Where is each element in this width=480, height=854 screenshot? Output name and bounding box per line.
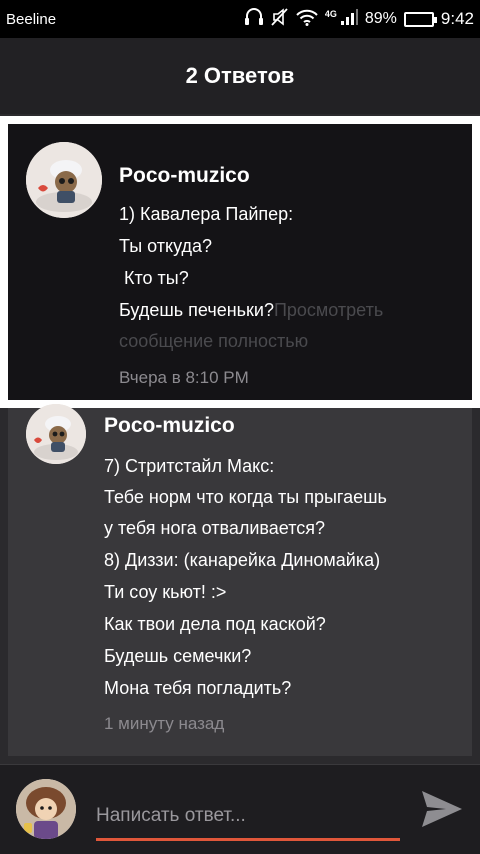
- app-header: 2 Ответов: [0, 38, 480, 114]
- carrier-name: Beeline: [6, 10, 57, 28]
- reply-comment[interactable]: Poco-muzico 7) Стритстайл Макс: Тебе нор…: [8, 404, 472, 756]
- reply-line: Как твои дела под каской?: [104, 614, 326, 634]
- reply-composer: [0, 764, 480, 854]
- comment-timestamp: Вчера в 8:10 PM: [119, 368, 249, 387]
- page-title: 2 Ответов: [185, 63, 295, 88]
- reply-line: 8) Диззи: (канарейка Диномайка): [104, 550, 381, 570]
- status-clock: 9:42: [440, 9, 474, 28]
- status-bar: Beeline 4G 89% 9:42: [0, 0, 480, 38]
- reply-line: Будешь семечки?: [104, 646, 252, 666]
- send-button[interactable]: [418, 787, 466, 835]
- signal-icon: [340, 8, 358, 30]
- main-comment[interactable]: Poco-muzico 1) Кавалера Пайпер: Ты откуд…: [0, 116, 480, 408]
- battery-icon: [403, 11, 437, 27]
- wifi-icon: [296, 9, 318, 30]
- send-icon: [420, 789, 464, 834]
- view-full-message-link[interactable]: Просмотреть: [274, 300, 383, 320]
- headset-icon: [244, 8, 264, 30]
- status-icons: 4G 89% 9:42: [244, 8, 474, 30]
- comment-line: 1) Кавалера Пайпер:: [119, 204, 294, 224]
- battery-percent: 89%: [364, 10, 397, 27]
- comment-line-text: Будешь печеньки?: [119, 300, 274, 320]
- my-avatar[interactable]: [16, 779, 76, 839]
- network-type: 4G: [324, 9, 337, 19]
- avatar[interactable]: [26, 142, 102, 218]
- comment-line: Ты откуда?: [119, 236, 213, 256]
- reply-timestamp: 1 минуту назад: [104, 714, 225, 733]
- reply-input[interactable]: [96, 793, 400, 838]
- reply-line: Ти соу кьют! :>: [104, 582, 227, 602]
- reply-avatar[interactable]: [26, 404, 86, 464]
- reply-line: Мона тебя погладить?: [104, 678, 292, 698]
- reply-line: 7) Стритстайл Макс:: [104, 456, 275, 476]
- reply-author[interactable]: Poco-muzico: [104, 414, 235, 438]
- comment-author[interactable]: Poco-muzico: [119, 164, 250, 188]
- main-comment-card: Poco-muzico 1) Кавалера Пайпер: Ты откуд…: [8, 124, 472, 400]
- reply-input-wrapper: [96, 793, 400, 841]
- comment-line-last: Будешь печеньки?Просмотреть: [119, 300, 383, 321]
- reply-line: Тебе норм что когда ты прыгаешь: [104, 487, 387, 507]
- comment-line: Кто ты?: [119, 268, 189, 288]
- view-full-message-link-cont[interactable]: сообщение полностью: [119, 331, 308, 352]
- reply-line: у тебя нога отваливается?: [104, 518, 326, 538]
- mute-icon: [271, 8, 289, 30]
